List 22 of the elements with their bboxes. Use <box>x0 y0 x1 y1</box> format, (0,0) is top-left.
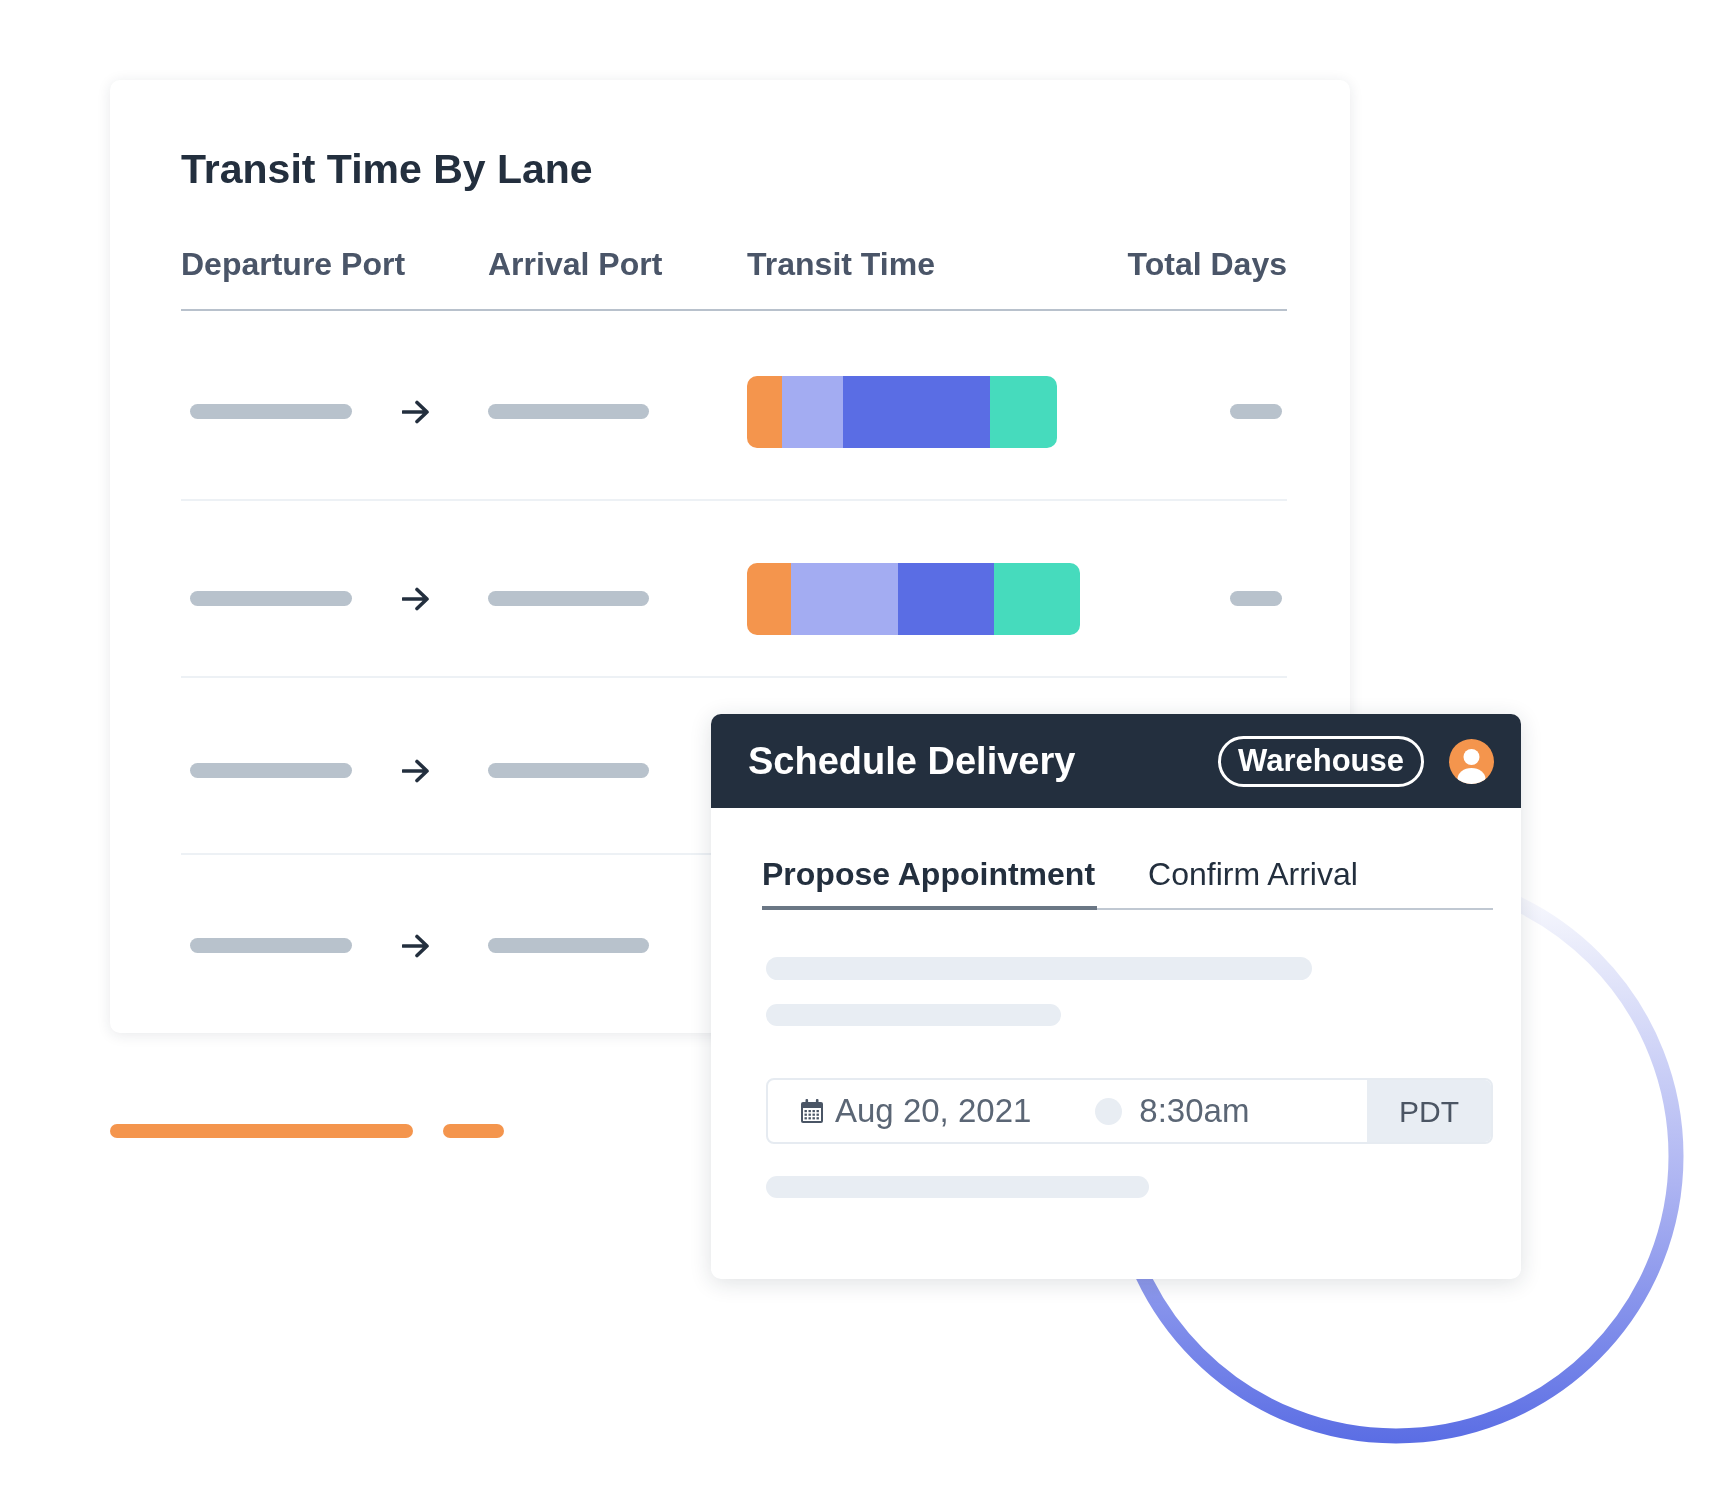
arrow-right-icon <box>402 586 430 611</box>
dialog-title: Schedule Delivery <box>748 739 1076 784</box>
avatar-icon[interactable] <box>1449 738 1494 784</box>
role-badge: Warehouse <box>1218 735 1424 787</box>
accent-bar <box>443 1124 504 1138</box>
date-value: Aug 20, 2021 <box>835 1091 1032 1131</box>
column-header: Departure Port <box>181 246 406 282</box>
card-title: Transit Time By Lane <box>181 145 593 193</box>
column-header: Arrival Port <box>488 246 663 282</box>
arrow-right-icon <box>402 758 430 783</box>
date-time-field[interactable]: Aug 20, 2021 8:30am PDT <box>766 1078 1493 1144</box>
time-value: 8:30am <box>1139 1091 1250 1131</box>
placeholder-bar <box>1230 404 1282 419</box>
tab[interactable]: Confirm Arrival <box>1148 856 1358 910</box>
placeholder-bar <box>1230 591 1282 606</box>
column-header: Transit Time <box>747 246 935 282</box>
arrow-right-icon <box>402 933 430 958</box>
arrow-right-icon <box>402 399 430 424</box>
tab[interactable]: Propose Appointment <box>762 856 1098 910</box>
calendar-icon <box>801 1099 823 1123</box>
column-header: Total Days <box>1127 245 1287 283</box>
timezone-label: PDT <box>1367 1080 1491 1142</box>
